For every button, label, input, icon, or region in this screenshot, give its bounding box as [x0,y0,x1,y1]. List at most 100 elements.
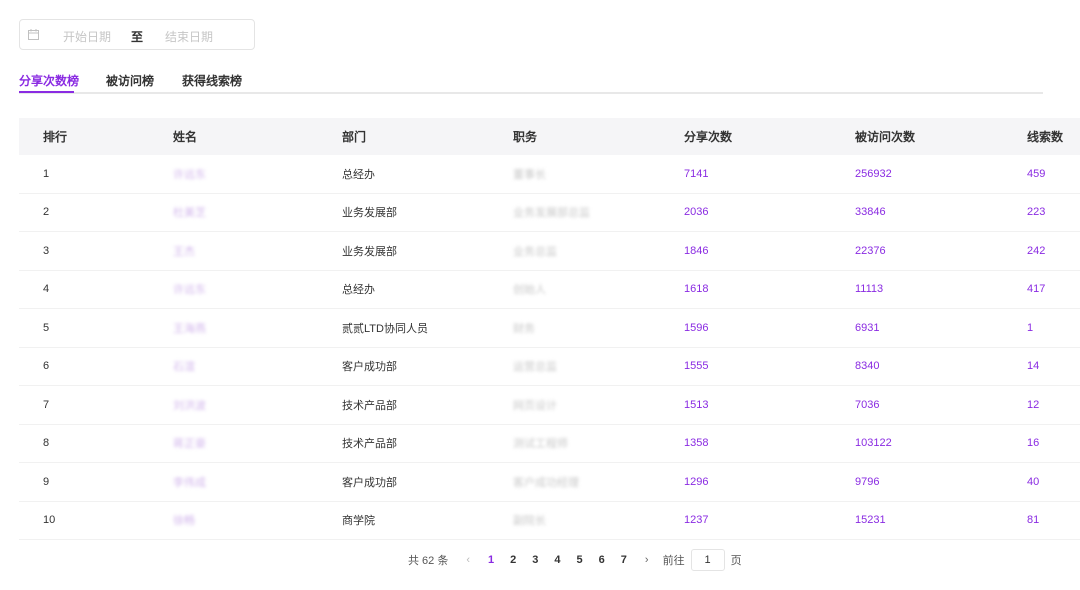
rank-cell: 1 [19,155,173,194]
name-cell-text: 蒋正豪 [173,438,206,451]
page-3-button[interactable]: 3 [532,554,538,566]
table-header-row: 排行 姓名 部门 职务 分享次数 被访问次数 线索数 [19,118,1080,155]
header-shares[interactable]: 分享次数 [684,118,855,155]
goto-label: 前往 [662,555,685,567]
header-title[interactable]: 职务 [513,118,684,155]
visits-cell: 103122 [855,424,1027,463]
header-rank[interactable]: 排行 [19,118,173,155]
shares-cell: 1296 [684,462,855,502]
table-row: 2 杜美芝 业务发展部 业务发展部总监 2036 33846 223 [19,193,1080,232]
shares-cell: 1846 [684,231,855,271]
leads-cell: 459 [1027,155,1080,194]
rank-cell-text: 10 [43,514,56,527]
department-cell-text: 总经办 [342,168,375,181]
visits-cell-text: 8340 [855,360,880,373]
active-tab-indicator [19,91,74,93]
name-cell: 王杰 [173,231,342,271]
rank-cell: 9 [19,462,173,502]
leads-cell-text: 12 [1027,398,1040,411]
rank-cell-text: 4 [43,283,50,296]
shares-cell: 2036 [684,193,855,232]
leads-cell-text: 242 [1027,244,1046,257]
visits-cell: 11113 [855,270,1027,309]
shares-cell: 7141 [684,155,855,194]
department-cell: 商学院 [342,501,513,540]
total-count: 共 62 条 [408,555,449,567]
next-page-button[interactable]: › [645,554,649,566]
shares-cell: 1555 [684,347,855,386]
title-cell-text: 客户成功经理 [513,476,579,489]
department-cell: 客户成功部 [342,462,513,502]
name-cell: 许远东 [173,155,342,194]
leads-cell: 40 [1027,462,1080,502]
name-cell-text: 刘洪波 [173,399,206,412]
visits-cell: 8340 [855,347,1027,386]
visits-cell: 33846 [855,193,1027,232]
leads-cell: 417 [1027,270,1080,309]
page-6-button[interactable]: 6 [599,554,605,566]
header-visits[interactable]: 被访问次数 [855,118,1027,155]
header-leads[interactable]: 线索数 [1027,118,1080,155]
shares-cell: 1237 [684,501,855,540]
range-separator: 至 [131,30,144,44]
title-cell-text: 业务总监 [513,245,557,258]
shares-cell: 1513 [684,385,855,425]
title-cell-text: 测试工程师 [513,438,568,451]
rank-cell-text: 3 [43,244,50,257]
name-cell: 刘洪波 [173,385,342,425]
visits-cell-text: 6931 [855,321,880,334]
tab-leads[interactable]: 获得线索榜 [182,72,242,89]
name-cell: 许远东 [173,270,342,309]
department-cell: 总经办 [342,155,513,194]
leads-cell-text: 459 [1027,167,1046,180]
leads-cell-text: 81 [1027,514,1040,527]
prev-page-button[interactable]: ‹ [466,554,470,566]
visits-cell: 22376 [855,231,1027,271]
title-cell: 董事长 [513,155,684,194]
name-cell: 石渲 [173,347,342,386]
page-1-button[interactable]: 1 [488,554,494,566]
rank-cell: 6 [19,347,173,386]
name-cell: 杜美芝 [173,193,342,232]
title-cell: 副院长 [513,501,684,540]
name-cell-text: 杜美芝 [173,207,206,220]
leads-cell-text: 417 [1027,283,1046,296]
page-4-button[interactable]: 4 [554,554,560,566]
title-cell: 运营总监 [513,347,684,386]
rank-cell-text: 8 [43,437,50,450]
title-cell: 业务总监 [513,231,684,271]
page-7-button[interactable]: 7 [621,554,627,566]
shares-cell-text: 1296 [684,475,709,488]
page-2-button[interactable]: 2 [510,554,516,566]
department-cell: 贰贰LTD协同人员 [342,308,513,348]
table-row: 1 许远东 总经办 董事长 7141 256932 459 [19,155,1080,194]
visits-cell-text: 22376 [855,244,886,257]
shares-cell-text: 2036 [684,206,709,219]
department-cell-text: 业务发展部 [342,245,397,258]
date-range-picker[interactable]: 开始日期 至 结束日期 [19,19,255,50]
title-cell: 创始人 [513,270,684,309]
tab-share-count[interactable]: 分享次数榜 [19,72,79,89]
tab-visited[interactable]: 被访问榜 [106,72,154,89]
name-cell-text: 许远东 [173,168,206,181]
leads-cell: 12 [1027,385,1080,425]
end-date-input[interactable]: 结束日期 [165,28,213,45]
table-row: 7 刘洪波 技术产品部 网页设计 1513 7036 12 [19,385,1080,425]
header-department[interactable]: 部门 [342,118,513,155]
page-5-button[interactable]: 5 [577,554,583,566]
header-name[interactable]: 姓名 [173,118,342,155]
department-cell-text: 技术产品部 [342,438,397,451]
leads-cell: 14 [1027,347,1080,386]
department-cell: 客户成功部 [342,347,513,386]
visits-cell: 256932 [855,155,1027,194]
ranking-tabs: 分享次数榜 被访问榜 获得线索榜 [19,69,1043,94]
table-row: 4 许远东 总经办 创始人 1618 11113 417 [19,270,1080,309]
department-cell: 技术产品部 [342,424,513,463]
start-date-input[interactable]: 开始日期 [63,28,111,45]
table-row: 6 石渲 客户成功部 运营总监 1555 8340 14 [19,347,1080,386]
goto-page-input[interactable] [690,549,725,571]
table-row: 5 王海燕 贰贰LTD协同人员 财务 1596 6931 1 [19,308,1080,348]
title-cell: 客户成功经理 [513,462,684,502]
department-cell-text: 总经办 [342,284,375,297]
rank-cell-text: 1 [43,167,50,180]
